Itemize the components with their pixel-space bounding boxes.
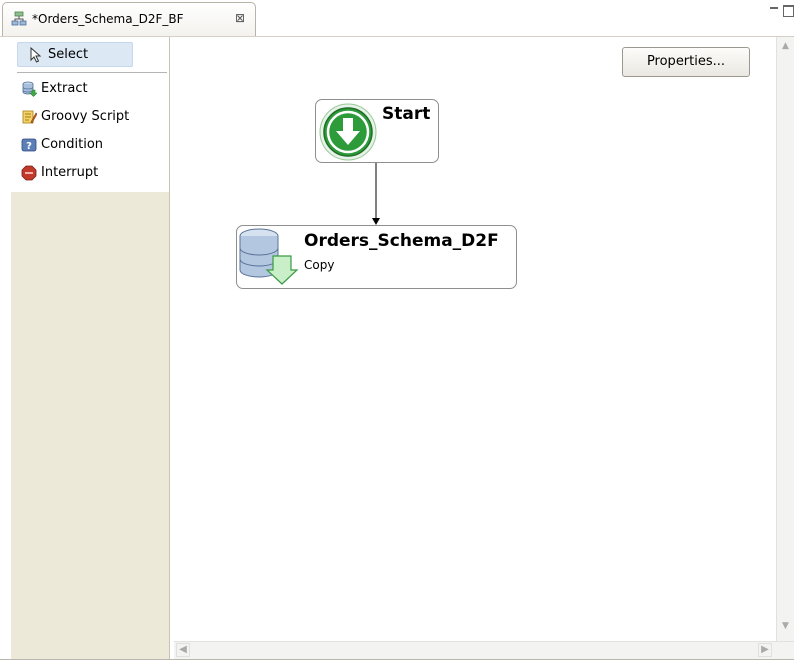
svg-text:?: ? xyxy=(26,141,32,152)
step-node-title: Orders_Schema_D2F xyxy=(304,231,499,251)
start-arrow-icon xyxy=(318,102,378,166)
database-extract-icon xyxy=(21,81,38,97)
palette-item-condition[interactable]: ? Condition xyxy=(17,134,167,156)
minimize-icon[interactable] xyxy=(768,3,780,15)
flow-canvas[interactable]: Properties... Start Orders_Schema_D2F Co xyxy=(174,37,776,641)
step-node-subtitle: Copy xyxy=(304,258,335,272)
database-copy-icon xyxy=(237,226,301,292)
scroll-down-icon[interactable]: ▼ xyxy=(780,621,791,634)
palette-item-groovy-script[interactable]: Groovy Script xyxy=(17,106,167,128)
editor-tab-bar: *Orders_Schema_D2F_BF ⊠ xyxy=(0,0,794,37)
arrow-pointer-icon xyxy=(28,46,44,63)
dataflow-step-node[interactable]: Orders_Schema_D2F Copy xyxy=(236,225,517,289)
scroll-left-icon[interactable]: ◀ xyxy=(176,643,190,657)
condition-icon: ? xyxy=(21,137,37,153)
vertical-scrollbar[interactable]: ▲ ▼ xyxy=(776,37,794,641)
stop-icon xyxy=(21,165,37,181)
start-node-title: Start xyxy=(382,104,431,124)
palette-separator xyxy=(17,72,167,73)
close-tab-icon[interactable]: ⊠ xyxy=(235,11,245,25)
tool-palette: Select Extract Groovy Script ? Condition… xyxy=(11,37,170,659)
business-flow-icon xyxy=(11,11,27,27)
editor-tab-title: *Orders_Schema_D2F_BF xyxy=(32,12,184,26)
palette-item-interrupt[interactable]: Interrupt xyxy=(17,162,167,184)
editor-tab[interactable]: *Orders_Schema_D2F_BF ⊠ xyxy=(2,2,256,36)
flow-connector xyxy=(372,163,380,225)
palette-item-extract[interactable]: Extract xyxy=(17,78,167,100)
maximize-icon[interactable] xyxy=(783,5,794,17)
palette-item-label: Select xyxy=(48,47,89,62)
left-margin xyxy=(0,37,11,659)
start-node[interactable]: Start xyxy=(315,99,439,163)
script-icon xyxy=(21,109,38,125)
palette-item-select[interactable]: Select xyxy=(17,42,133,67)
palette-item-label: Groovy Script xyxy=(41,109,130,124)
scroll-right-icon[interactable]: ▶ xyxy=(758,643,772,657)
scroll-up-icon[interactable]: ▲ xyxy=(780,41,791,54)
palette-item-label: Interrupt xyxy=(41,165,99,180)
palette-item-label: Condition xyxy=(41,137,104,152)
horizontal-scrollbar[interactable]: ◀ ▶ xyxy=(174,641,794,659)
palette-item-label: Extract xyxy=(41,81,88,96)
